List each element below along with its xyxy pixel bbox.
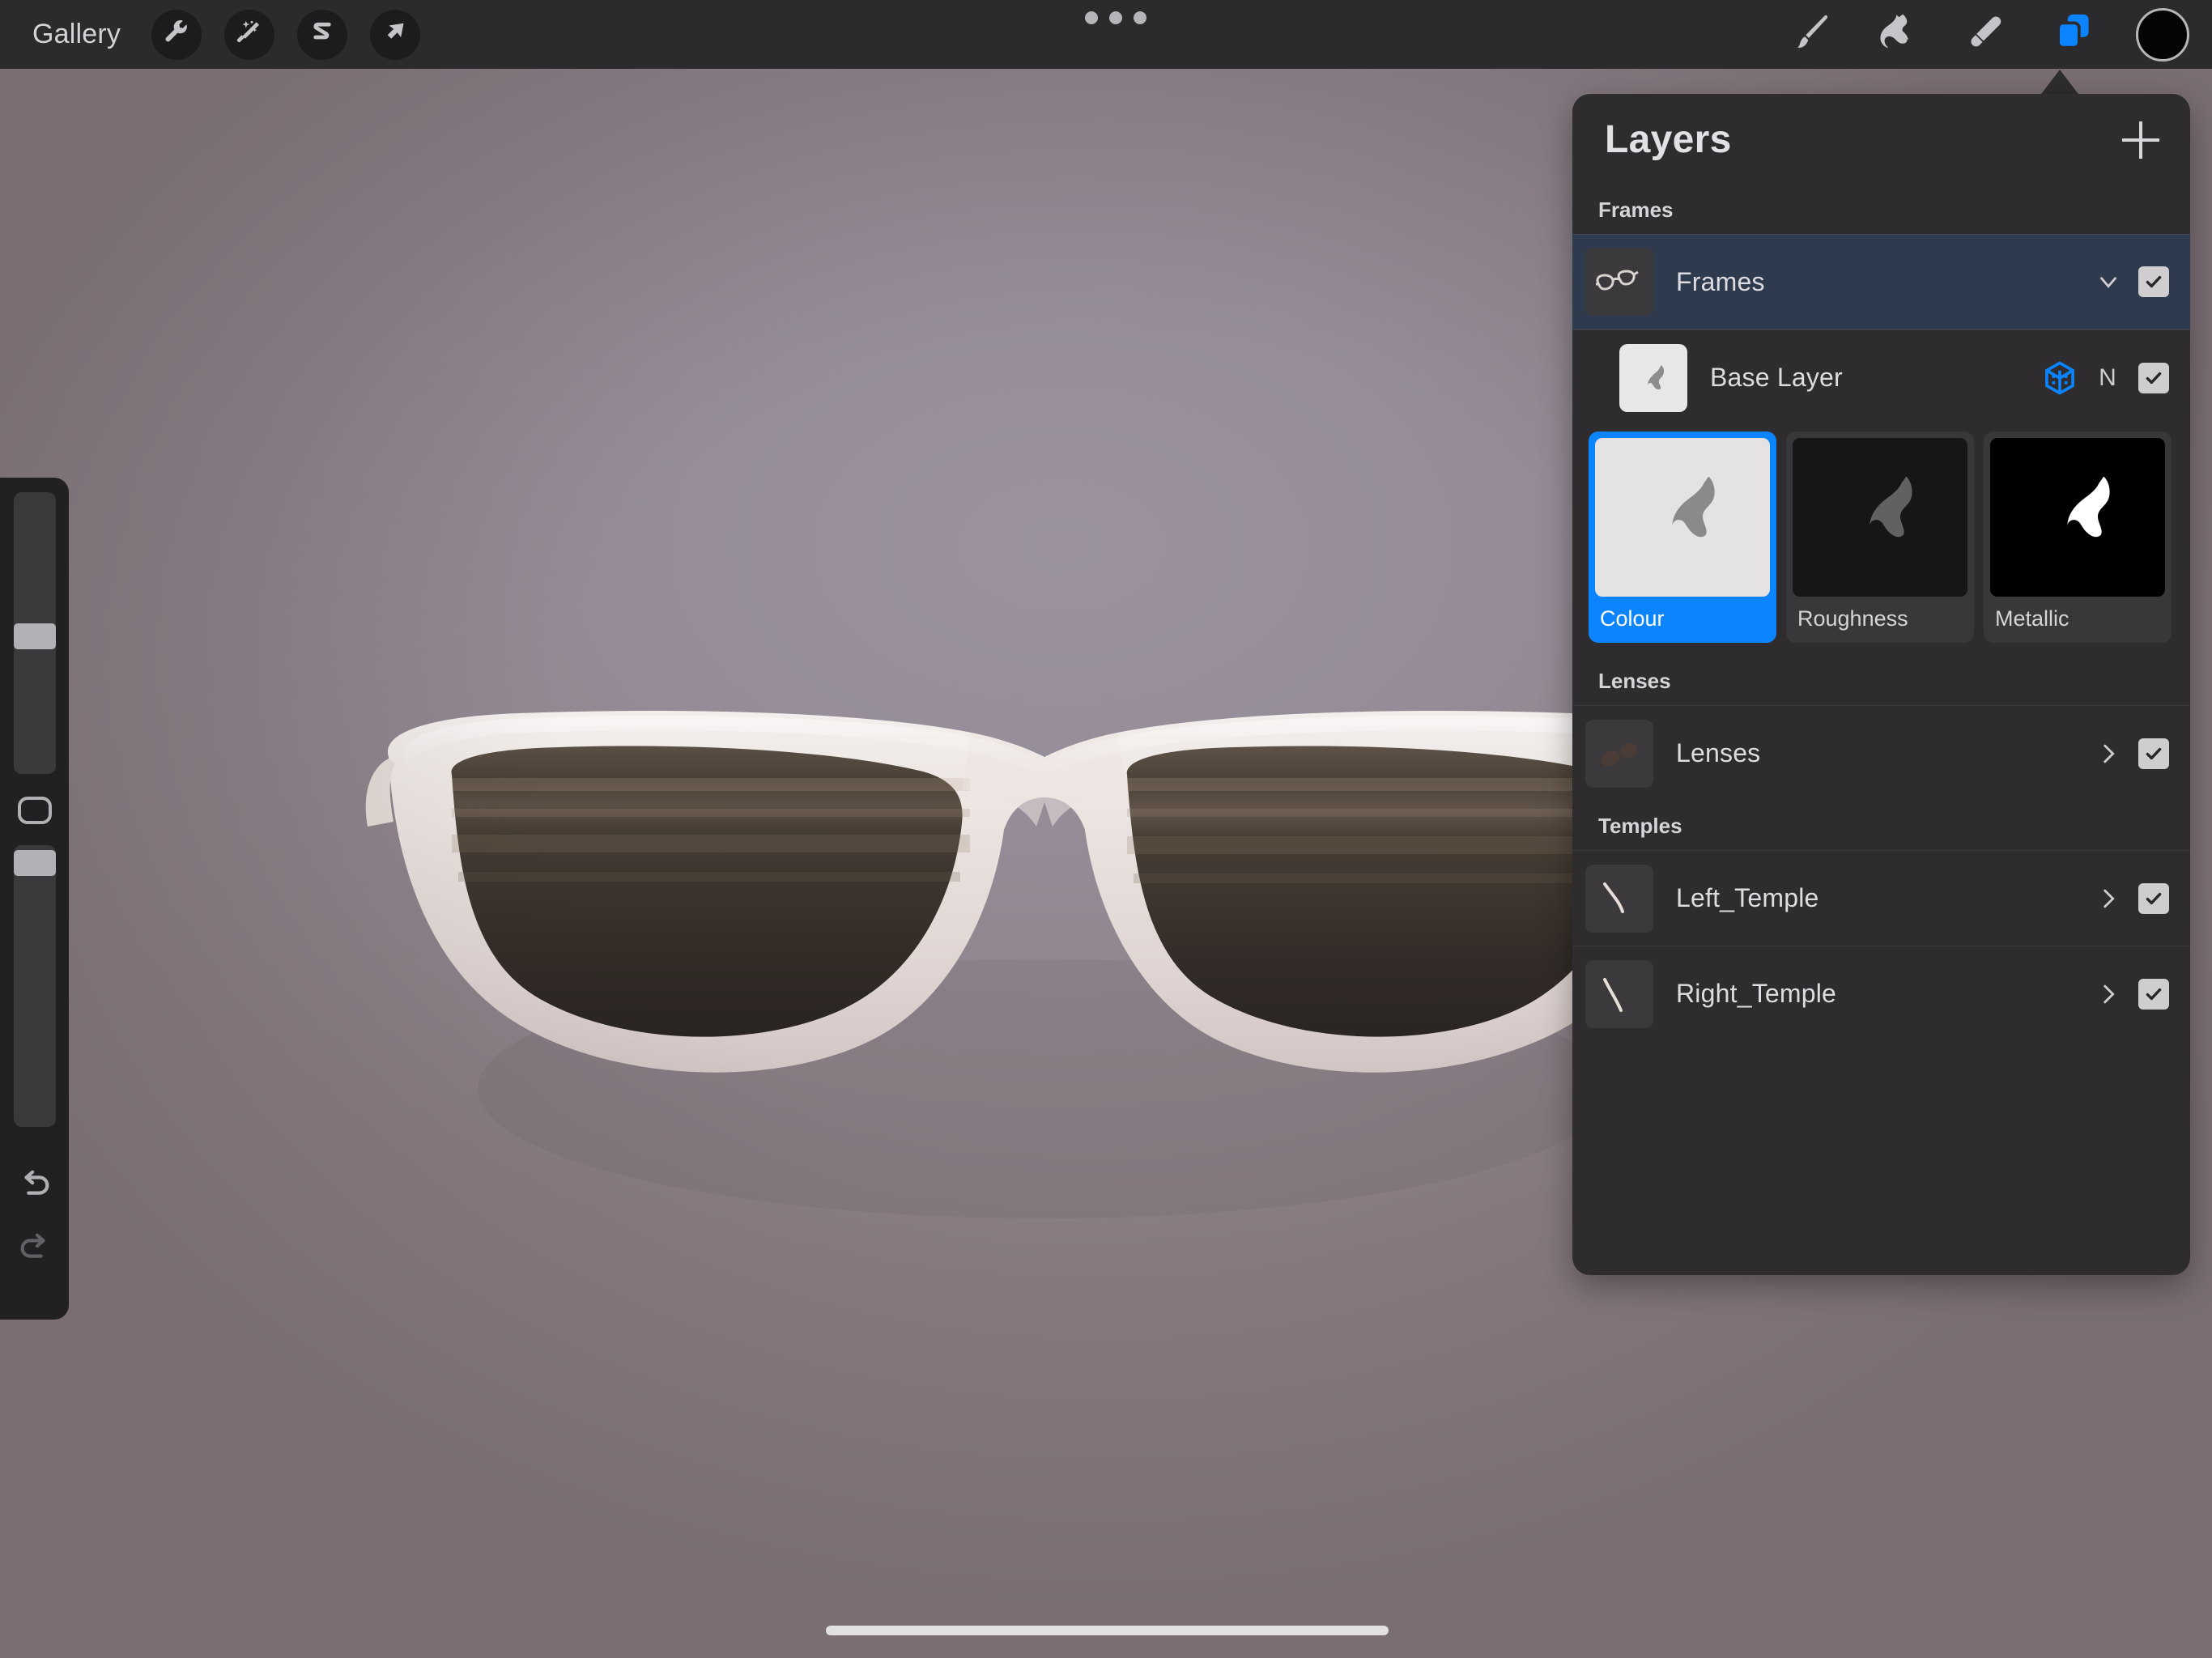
actions-wrench-button[interactable] bbox=[151, 9, 202, 60]
layer-thumbnail-base-layer bbox=[1619, 343, 1687, 412]
smudge-button[interactable] bbox=[1856, 0, 1943, 69]
modify-button[interactable] bbox=[17, 797, 52, 824]
eraser-button[interactable] bbox=[1943, 0, 2031, 69]
add-layer-button[interactable] bbox=[2122, 121, 2159, 159]
left-sidebar bbox=[0, 478, 69, 1320]
opacity-thumb[interactable] bbox=[13, 850, 56, 876]
selection-button[interactable] bbox=[297, 9, 348, 60]
material-roughness[interactable]: Roughness bbox=[1786, 432, 1974, 643]
visibility-checkbox-left-temple[interactable] bbox=[2138, 882, 2169, 914]
brush-size-thumb[interactable] bbox=[13, 623, 56, 649]
visibility-checkbox-lenses[interactable] bbox=[2138, 738, 2169, 769]
group-label-frames: Frames bbox=[1598, 198, 1674, 222]
chevron-right-icon-lenses[interactable] bbox=[2090, 735, 2127, 772]
chevron-down-icon[interactable] bbox=[2090, 263, 2127, 300]
layers-button[interactable] bbox=[2031, 0, 2118, 69]
visibility-checkbox-base-layer[interactable] bbox=[2138, 362, 2169, 393]
material-channel-list: Colour Roughness Metallic bbox=[1572, 425, 2190, 656]
app-root: Gallery Layers Frames Frames Base Layer … bbox=[0, 0, 2212, 1658]
layer-thumbnail-frames bbox=[1585, 248, 1653, 316]
material-thumbnail-roughness bbox=[1793, 438, 1967, 597]
layer-row-left-temple[interactable]: Left_Temple bbox=[1572, 850, 2190, 946]
opacity-slider[interactable] bbox=[13, 845, 56, 1127]
visibility-checkbox-right-temple[interactable] bbox=[2138, 978, 2169, 1010]
home-indicator bbox=[826, 1626, 1389, 1635]
layer-row-right-temple[interactable]: Right_Temple bbox=[1572, 946, 2190, 1041]
selection-s-icon bbox=[308, 18, 337, 51]
chevron-right-icon-right-temple[interactable] bbox=[2090, 976, 2127, 1013]
group-label-lenses: Lenses bbox=[1598, 669, 1671, 693]
layer-name-right-temple: Right_Temple bbox=[1676, 979, 1837, 1008]
layer-name-left-temple: Left_Temple bbox=[1676, 883, 1819, 912]
undo-arrow-icon bbox=[16, 1167, 53, 1208]
layer-name-lenses: Lenses bbox=[1676, 738, 1761, 767]
paint-brush-button[interactable] bbox=[1768, 0, 1856, 69]
smudge-icon bbox=[1877, 10, 1922, 59]
layer-thumbnail-lenses bbox=[1585, 719, 1653, 788]
undo-button[interactable] bbox=[9, 1161, 61, 1213]
material-label-metallic: Metallic bbox=[1995, 606, 2069, 631]
material-label-colour: Colour bbox=[1600, 606, 1665, 631]
right-tool-group bbox=[1768, 0, 2189, 69]
visibility-checkbox-frames[interactable] bbox=[2138, 266, 2169, 297]
redo-button[interactable] bbox=[9, 1224, 61, 1276]
magic-wand-icon bbox=[235, 18, 264, 51]
panel-pointer bbox=[2039, 70, 2081, 97]
transform-button[interactable] bbox=[370, 9, 421, 60]
material-colour[interactable]: Colour bbox=[1589, 432, 1776, 643]
layer-row-frames[interactable]: Frames bbox=[1572, 234, 2190, 329]
3d-cube-icon[interactable] bbox=[2041, 359, 2078, 397]
eraser-icon bbox=[1964, 10, 2010, 59]
layer-row-base-layer[interactable]: Base Layer N bbox=[1572, 329, 2190, 425]
layer-name-frames: Frames bbox=[1676, 266, 1765, 296]
paint-brush-icon bbox=[1789, 10, 1835, 59]
brush-size-slider[interactable] bbox=[13, 492, 56, 774]
chevron-right-icon-left-temple[interactable] bbox=[2090, 880, 2127, 917]
gallery-button[interactable]: Gallery bbox=[24, 14, 129, 55]
material-label-roughness: Roughness bbox=[1797, 606, 1908, 631]
color-swatch-button[interactable] bbox=[2136, 7, 2189, 62]
layer-row-lenses[interactable]: Lenses bbox=[1572, 705, 2190, 801]
dot-3 bbox=[1134, 11, 1146, 24]
layer-thumbnail-right-temple bbox=[1585, 959, 1653, 1028]
panel-title: Layers bbox=[1605, 117, 1732, 161]
layer-name-base-layer: Base Layer bbox=[1710, 363, 1843, 392]
group-label-temples: Temples bbox=[1598, 814, 1682, 838]
arrow-icon bbox=[381, 18, 410, 51]
adjustments-wand-button[interactable] bbox=[224, 9, 275, 60]
redo-arrow-icon bbox=[16, 1230, 53, 1271]
dot-2 bbox=[1109, 11, 1122, 24]
material-metallic[interactable]: Metallic bbox=[1984, 432, 2172, 643]
blend-mode-label[interactable]: N bbox=[2098, 364, 2117, 392]
layer-thumbnail-left-temple bbox=[1585, 864, 1653, 933]
layers-panel-header: Layers bbox=[1572, 94, 2190, 185]
material-thumbnail-colour bbox=[1595, 438, 1770, 597]
wrench-icon bbox=[162, 18, 191, 51]
material-thumbnail-metallic bbox=[1990, 438, 2165, 597]
top-toolbar: Gallery bbox=[0, 0, 2212, 69]
sunglasses-artwork bbox=[356, 636, 1733, 1283]
overflow-menu-button[interactable] bbox=[1085, 11, 1146, 24]
layers-panel: Layers Frames Frames Base Layer N Colour… bbox=[1572, 94, 2190, 1275]
dot-1 bbox=[1085, 11, 1098, 24]
layers-icon bbox=[2052, 10, 2097, 59]
